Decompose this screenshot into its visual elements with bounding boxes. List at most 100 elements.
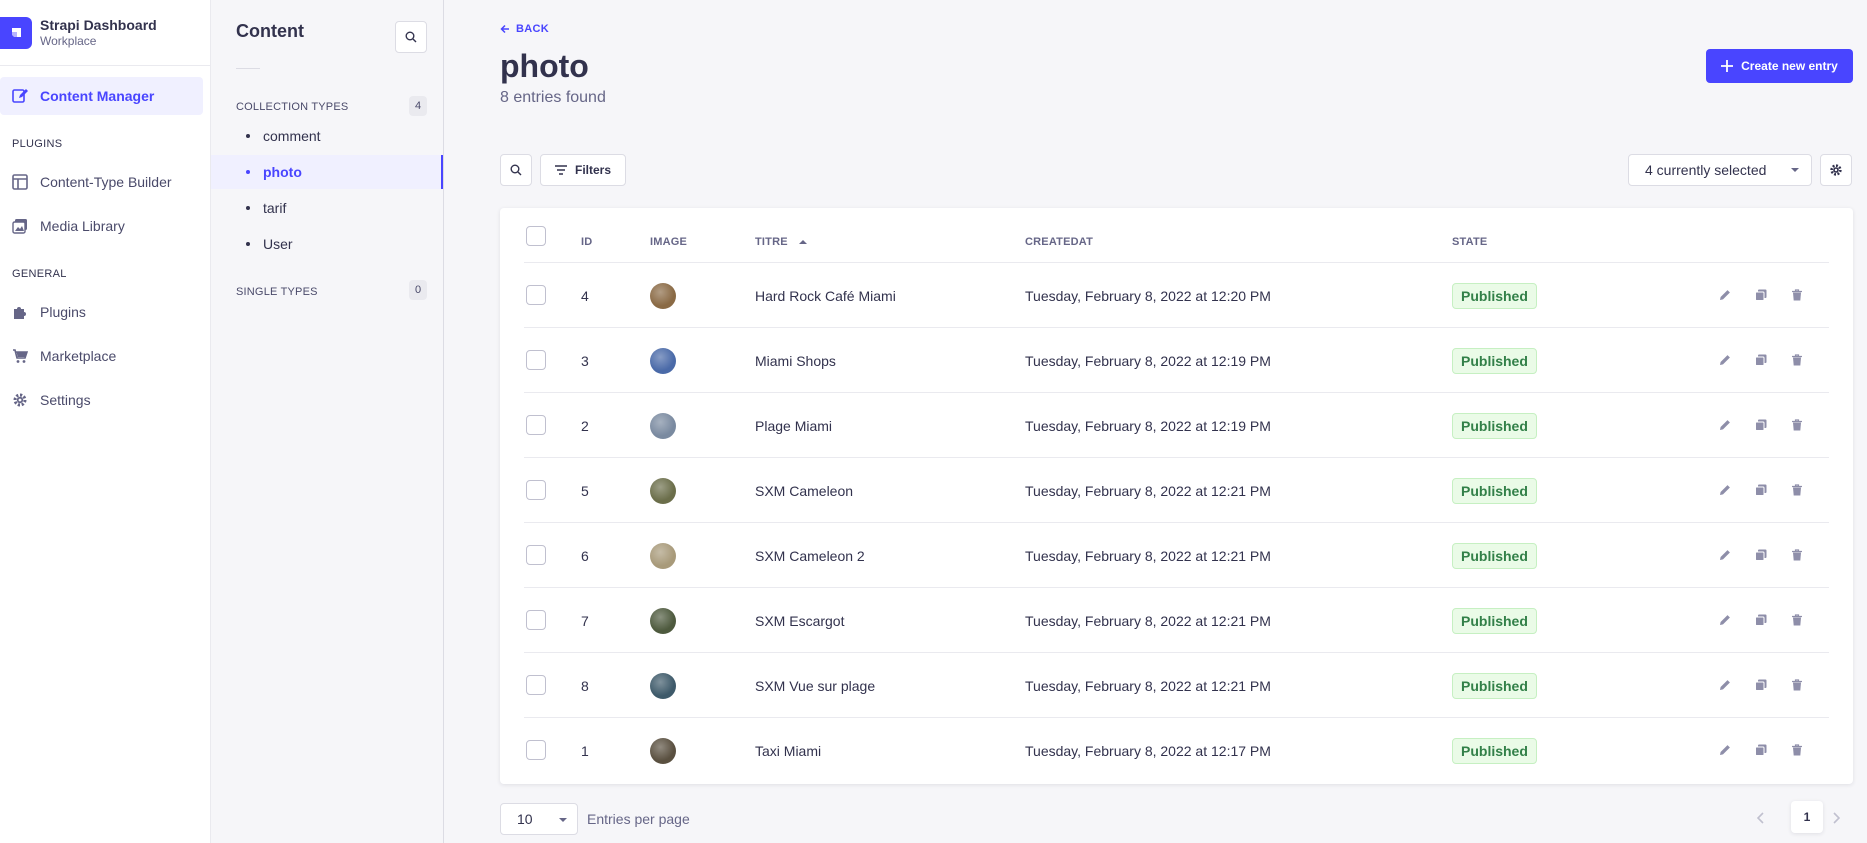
column-header-createdat[interactable]: CREATEDAT: [1025, 236, 1093, 248]
table-row[interactable]: 5 SXM Cameleon Tuesday, February 8, 2022…: [524, 457, 1829, 522]
next-page-button[interactable]: [1832, 811, 1841, 827]
duplicate-button[interactable]: [1753, 612, 1769, 628]
nav-settings-label: Settings: [40, 392, 91, 408]
column-header-id[interactable]: ID: [581, 236, 592, 248]
columns-select-value: 4 currently selected: [1645, 162, 1767, 178]
duplicate-button[interactable]: [1753, 547, 1769, 563]
previous-page-button[interactable]: [1756, 811, 1765, 827]
row-checkbox[interactable]: [526, 545, 546, 565]
nav-media-library[interactable]: Media Library: [0, 207, 203, 245]
pencil-icon: [1720, 680, 1730, 690]
subnav-title: Content: [236, 21, 304, 41]
cell-id: 6: [581, 547, 589, 564]
filters-button[interactable]: Filters: [540, 154, 626, 186]
duplicate-button[interactable]: [1753, 287, 1769, 303]
collection-type-user[interactable]: User: [211, 227, 443, 261]
edit-button[interactable]: [1717, 547, 1733, 563]
cell-state: Published: [1452, 458, 1537, 523]
delete-button[interactable]: [1789, 352, 1805, 368]
collection-type-label: tarif: [263, 200, 287, 216]
edit-button[interactable]: [1717, 417, 1733, 433]
cell-image: [650, 393, 676, 458]
edit-button[interactable]: [1717, 352, 1733, 368]
duplicate-button[interactable]: [1753, 677, 1769, 693]
delete-button[interactable]: [1789, 417, 1805, 433]
images-icon: [12, 218, 28, 234]
cell-image: [650, 263, 676, 328]
nav-content-type-builder[interactable]: Content-Type Builder: [0, 163, 203, 201]
thumbnail-image: [650, 477, 676, 504]
delete-button[interactable]: [1789, 742, 1805, 758]
delete-button[interactable]: [1789, 287, 1805, 303]
thumbnail-image: [650, 737, 676, 764]
subnav-search-button[interactable]: [395, 21, 427, 53]
cell-titre: SXM Vue sur plage: [755, 677, 876, 694]
create-new-entry-button[interactable]: Create new entry: [1706, 49, 1853, 83]
collection-type-photo[interactable]: photo: [211, 155, 443, 189]
edit-button[interactable]: [1717, 677, 1733, 693]
row-checkbox[interactable]: [526, 740, 546, 760]
edit-button[interactable]: [1717, 482, 1733, 498]
row-checkbox[interactable]: [526, 285, 546, 305]
cell-image: [650, 328, 676, 393]
cell-createdat: Tuesday, February 8, 2022 at 12:17 PM: [1025, 742, 1271, 759]
table-row[interactable]: 2 Plage Miami Tuesday, February 8, 2022 …: [524, 392, 1829, 457]
cell-createdat: Tuesday, February 8, 2022 at 12:20 PM: [1025, 287, 1271, 304]
column-header-titre[interactable]: TITRE: [755, 236, 808, 248]
nav-content-type-builder-label: Content-Type Builder: [40, 174, 172, 190]
bullet-icon: [246, 134, 250, 138]
delete-button[interactable]: [1789, 482, 1805, 498]
page-1-button[interactable]: 1: [1791, 801, 1823, 833]
brand-title: Strapi Dashboard: [40, 16, 157, 33]
create-new-entry-label: Create new entry: [1741, 59, 1838, 73]
entries-per-page-select[interactable]: 10: [500, 803, 578, 835]
thumbnail-image: [650, 412, 676, 439]
collection-type-tarif[interactable]: tarif: [211, 191, 443, 225]
duplicate-button[interactable]: [1753, 742, 1769, 758]
cell-titre: SXM Cameleon 2: [755, 547, 865, 564]
delete-button[interactable]: [1789, 547, 1805, 563]
collection-type-comment[interactable]: comment: [211, 119, 443, 153]
edit-button[interactable]: [1717, 742, 1733, 758]
search-button[interactable]: [500, 154, 532, 186]
duplicate-button[interactable]: [1753, 417, 1769, 433]
row-checkbox[interactable]: [526, 415, 546, 435]
back-link[interactable]: BACK: [500, 23, 549, 35]
delete-button[interactable]: [1789, 677, 1805, 693]
edit-button[interactable]: [1717, 612, 1733, 628]
duplicate-icon: [1755, 289, 1767, 301]
nav-marketplace[interactable]: Marketplace: [0, 337, 203, 375]
chevron-down-icon: [1791, 168, 1799, 172]
nav-plugins[interactable]: Plugins: [0, 293, 203, 331]
duplicate-icon: [1755, 354, 1767, 366]
delete-button[interactable]: [1789, 612, 1805, 628]
table-row[interactable]: 4 Hard Rock Café Miami Tuesday, February…: [524, 262, 1829, 327]
trash-icon: [1792, 484, 1802, 496]
table-row[interactable]: 8 SXM Vue sur plage Tuesday, February 8,…: [524, 652, 1829, 717]
list-settings-button[interactable]: [1820, 154, 1852, 186]
select-all-checkbox[interactable]: [526, 226, 546, 246]
nav-plugins-label: Plugins: [40, 304, 86, 320]
table-row[interactable]: 7 SXM Escargot Tuesday, February 8, 2022…: [524, 587, 1829, 652]
arrow-left-icon: [500, 24, 509, 34]
table-row[interactable]: 3 Miami Shops Tuesday, February 8, 2022 …: [524, 327, 1829, 392]
nav-media-library-label: Media Library: [40, 218, 125, 234]
nav-content-manager[interactable]: Content Manager: [0, 77, 203, 115]
column-header-state[interactable]: STATE: [1452, 236, 1487, 248]
row-checkbox[interactable]: [526, 480, 546, 500]
trash-icon: [1792, 679, 1802, 691]
table-row[interactable]: 1 Taxi Miami Tuesday, February 8, 2022 a…: [524, 717, 1829, 782]
table-row[interactable]: 6 SXM Cameleon 2 Tuesday, February 8, 20…: [524, 522, 1829, 587]
nav-section-general: GENERAL: [12, 268, 67, 280]
edit-button[interactable]: [1717, 287, 1733, 303]
row-checkbox[interactable]: [526, 610, 546, 630]
gear-icon: [1830, 164, 1842, 176]
cell-id: 3: [581, 352, 589, 369]
duplicate-button[interactable]: [1753, 352, 1769, 368]
nav-settings[interactable]: Settings: [0, 381, 203, 419]
columns-select[interactable]: 4 currently selected: [1628, 154, 1812, 186]
duplicate-button[interactable]: [1753, 482, 1769, 498]
row-checkbox[interactable]: [526, 350, 546, 370]
row-checkbox[interactable]: [526, 675, 546, 695]
entries-count: 8 entries found: [500, 89, 606, 106]
